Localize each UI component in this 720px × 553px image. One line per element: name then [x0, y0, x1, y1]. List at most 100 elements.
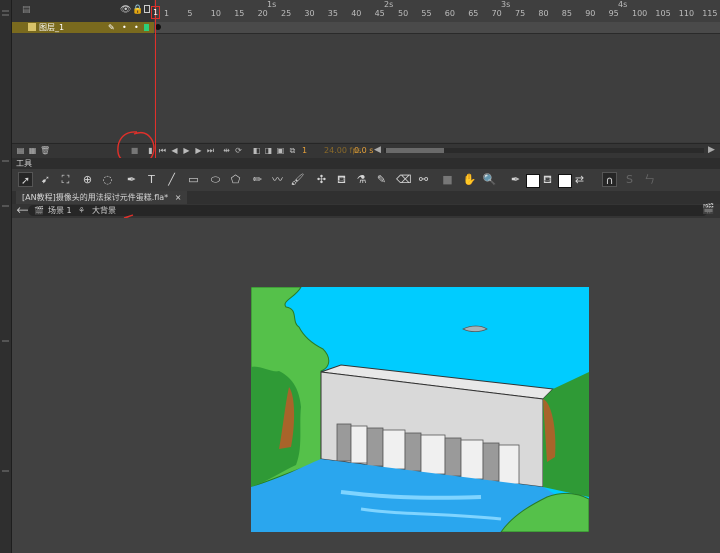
panel-grip[interactable] [2, 470, 9, 472]
layer-row[interactable]: 图层_1 ✎ • • [12, 22, 154, 33]
layer-lock-dot[interactable]: • [134, 22, 139, 33]
document-tab-title: [AN教程]摄像头的用法探讨元件蛋糕.fla* [22, 193, 169, 202]
ruler-frame-label: 40 [351, 9, 362, 18]
polystar-tool-icon[interactable]: ⬠ [228, 172, 243, 187]
new-folder-icon[interactable]: ▦ [28, 146, 37, 155]
eraser-tool-icon[interactable]: ⌫ [396, 172, 412, 187]
panel-grip[interactable] [2, 160, 9, 162]
camera-tool-icon[interactable]: ■ [440, 172, 455, 187]
hand-tool-icon[interactable]: ✋ [462, 172, 477, 187]
layer-frames[interactable] [154, 22, 720, 34]
next-frame-icon[interactable]: ▶ [194, 146, 203, 155]
scroll-right-icon[interactable]: ▶ [708, 145, 715, 155]
text-tool-icon[interactable]: T [144, 172, 159, 187]
layer-pencil-icon: ✎ [108, 23, 115, 32]
layer-visible-dot[interactable]: • [122, 22, 127, 33]
frames-empty [154, 34, 720, 142]
pen-tool-icon[interactable]: ✒ [124, 172, 139, 187]
ruler-frame-label: 110 [678, 9, 695, 18]
stroke-color-icon[interactable]: ✒ [508, 172, 523, 187]
prev-frame-icon[interactable]: ◀ [170, 146, 179, 155]
edit-scene-icon[interactable]: 🎬 [702, 204, 714, 215]
lock-all-icon[interactable]: 🔒 [132, 5, 143, 15]
ruler-frame-label: 85 [561, 9, 572, 18]
last-frame-icon[interactable]: ⏭ [206, 146, 215, 155]
timeline-menu-icon[interactable]: ▤ [22, 5, 31, 15]
panel-grip[interactable] [2, 14, 9, 16]
panel-grip[interactable] [2, 340, 9, 342]
selection-tool-icon[interactable]: ➚ [18, 172, 33, 187]
current-frame[interactable]: 1 [302, 146, 307, 155]
play-icon[interactable]: ▶ [182, 146, 191, 155]
document-tab-strip: [AN教程]摄像头的用法探讨元件蛋糕.fla* × [12, 191, 720, 204]
tools-bar: ➚ ➹ ⛶ ⊕ ◌ ✒ T ╱ ▭ ⬭ ⬠ ✏ 〰 🖌 ✣ ⛾ ⚗ ✎ ⌫ ⚯ … [12, 169, 720, 192]
panel-grip[interactable] [2, 10, 9, 12]
outline-all-icon[interactable] [144, 5, 150, 13]
ruler-frame-label: 25 [281, 9, 292, 18]
ruler-frame-label: 45 [374, 9, 385, 18]
line-tool-icon[interactable]: ╱ [164, 172, 179, 187]
ruler-frame-label: 115 [702, 9, 718, 18]
ruler-frame-label: 95 [608, 9, 619, 18]
paint-bucket-tool-icon[interactable]: ⛾ [334, 172, 349, 187]
subselection-tool-icon[interactable]: ➹ [38, 172, 53, 187]
ruler-frame-label: 5 [187, 9, 193, 18]
timeline-ruler[interactable]: 1s 2s 3s 4s 1 5 10 15 20 25 30 35 40 45 50 55 60 65 70… [154, 0, 720, 23]
onion-skin-icon[interactable]: ◧ [252, 146, 261, 155]
paint-brush-tool-icon[interactable]: 〰 [270, 172, 285, 187]
close-tab-icon[interactable]: × [175, 193, 182, 202]
tools-panel-title: 工具 [16, 159, 32, 168]
ruler-frame-label: 80 [538, 9, 549, 18]
rectangle-tool-icon[interactable]: ▭ [186, 172, 201, 187]
eyedropper-tool-icon[interactable]: ✎ [374, 172, 389, 187]
left-panel-gutter [0, 0, 12, 553]
center-frame-icon[interactable]: ⇹ [222, 146, 231, 155]
lasso-tool-icon[interactable]: ◌ [100, 172, 115, 187]
ruler-frame-label: 100 [632, 9, 648, 18]
scroll-left-icon[interactable]: ◀ [374, 145, 381, 155]
clapper-icon: 🎬 [34, 206, 44, 215]
pencil-tool-icon[interactable]: ✏ [250, 172, 265, 187]
panel-grip[interactable] [2, 205, 9, 207]
layer-type-icon [28, 23, 36, 31]
loop-icon[interactable]: ⟳ [234, 146, 243, 155]
swap-colors-icon[interactable]: ⇄ [572, 172, 587, 187]
ruler-second-label: 4s [618, 0, 628, 9]
ruler-frame-label: 35 [327, 9, 338, 18]
brush-tool-icon[interactable]: 🖌 [290, 172, 305, 187]
fill-bucket-icon[interactable]: ⛾ [540, 172, 555, 187]
oval-tool-icon[interactable]: ⬭ [208, 172, 223, 187]
tools-panel-header: 工具 [12, 158, 720, 169]
width-tool-icon[interactable]: ⚯ [416, 172, 431, 187]
show-hide-all-icon[interactable]: 👁 [120, 5, 131, 15]
edit-multiple-icon[interactable]: ▣ [276, 146, 285, 155]
snap-to-objects-icon[interactable]: ∩ [602, 172, 617, 187]
layer-outline-color[interactable] [144, 24, 149, 31]
playhead-frame-indicator[interactable]: 1 [151, 6, 160, 19]
onion-outline-icon[interactable]: ◨ [264, 146, 273, 155]
zoom-tool-icon[interactable]: 🔍 [482, 172, 497, 187]
ink-bottle-tool-icon[interactable]: ⚗ [354, 172, 369, 187]
fill-color-swatch[interactable] [558, 174, 572, 188]
bone-tool-icon[interactable]: ✣ [314, 172, 329, 187]
smooth-icon[interactable]: S [622, 172, 637, 187]
breadcrumb-scene[interactable]: 场景 1 [48, 205, 72, 216]
breadcrumb-symbol[interactable]: 大背景 [92, 205, 116, 216]
straighten-icon[interactable]: ㄣ [642, 172, 657, 187]
document-tab[interactable]: [AN教程]摄像头的用法探讨元件蛋糕.fla* × [16, 191, 188, 204]
new-layer-icon[interactable]: ▤ [16, 146, 25, 155]
ruler-second-label: 3s [501, 0, 511, 9]
elapsed-time[interactable]: 0.0 s [354, 146, 373, 155]
stage-artwork[interactable] [251, 287, 589, 532]
stroke-color-swatch[interactable] [526, 174, 540, 188]
free-transform-tool-icon[interactable]: ⛶ [58, 172, 73, 187]
ruler-frame-label: 1 [164, 9, 170, 18]
scrollbar-thumb[interactable] [386, 148, 444, 153]
ruler-frame-label: 10 [210, 9, 221, 18]
onion-markers-icon[interactable]: ⧉ [288, 146, 297, 155]
ruler-frame-label: 75 [515, 9, 526, 18]
layer-name[interactable]: 图层_1 [39, 22, 64, 33]
delete-layer-icon[interactable]: 🗑 [40, 146, 50, 155]
timeline-scrollbar[interactable] [384, 148, 704, 153]
3d-rotation-tool-icon[interactable]: ⊕ [80, 172, 95, 187]
